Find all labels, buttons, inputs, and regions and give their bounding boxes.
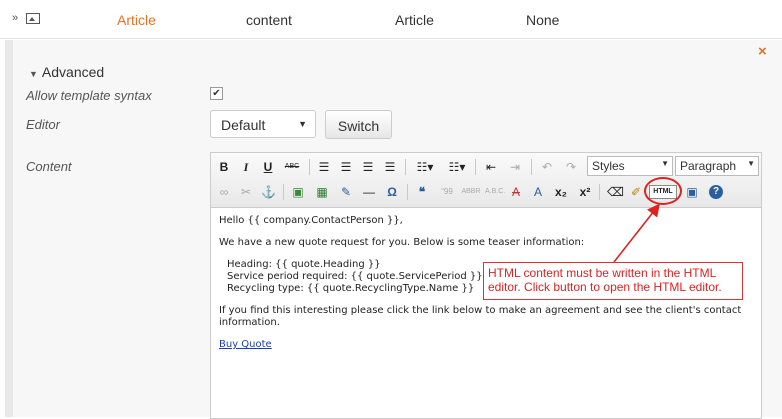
annotation-arrow <box>613 203 660 263</box>
annotation-callout: HTML content must be written in the HTML… <box>483 262 743 300</box>
